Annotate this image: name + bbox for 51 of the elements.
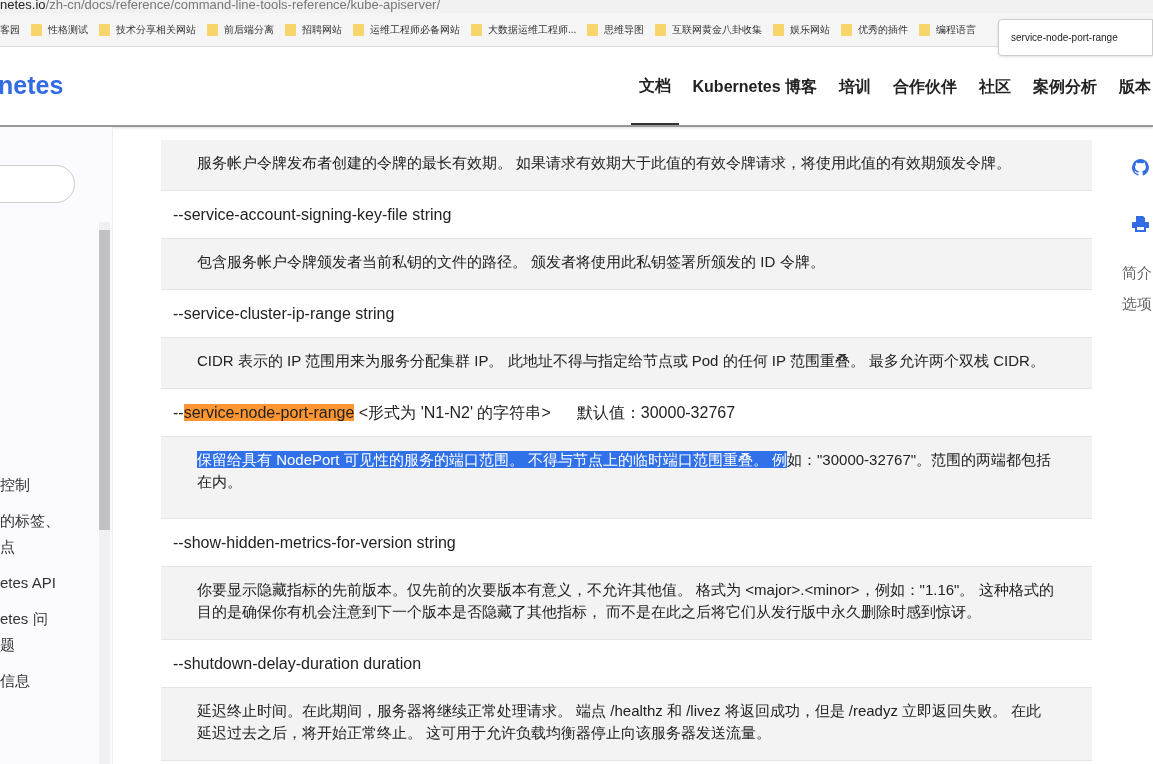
option-name: --service-account-signing-key-file string <box>173 204 452 225</box>
bookmark[interactable]: 互联网黄金八卦收集 <box>655 22 763 37</box>
bookmark[interactable]: 思维导图 <box>587 22 645 37</box>
bookmark[interactable]: 性格测试 <box>31 22 88 37</box>
bookmark[interactable]: 技术分享相关网站 <box>99 22 196 37</box>
sidebar-item[interactable]: 信息 <box>0 668 62 690</box>
option-name: --service-cluster-ip-range string <box>173 303 395 324</box>
toc-link[interactable]: 选项 <box>1122 292 1152 315</box>
bookmark[interactable]: 前后端分离 <box>207 22 274 37</box>
folder-icon <box>99 23 110 36</box>
nav-tab[interactable]: 培训 <box>839 47 871 125</box>
nav-tab[interactable]: 文档 <box>630 47 679 125</box>
option-name: --service-node-port-range <形式为 'N1-N2' 的字符串> <box>173 402 551 423</box>
default-value: 默认值：30000-32767 <box>576 402 736 423</box>
bookmark[interactable]: 客园 <box>0 22 20 37</box>
option-name: --shutdown-delay-duration duration <box>173 653 422 674</box>
folder-icon <box>919 23 931 36</box>
folder-icon <box>31 23 42 36</box>
bookmark[interactable]: 运维工程师必备网站 <box>353 22 460 37</box>
option-name: --show-hidden-metrics-for-version string <box>173 532 456 553</box>
option-description: 服务帐户令牌发布者创建的令牌的最长有效期。 如果请求有效期大于此值的有效令牌请求，将使用此值的有效期颁发令牌。 <box>197 153 1013 173</box>
bookmark[interactable]: 娱乐网站 <box>773 22 831 37</box>
folder-icon <box>285 23 296 36</box>
folder-icon <box>587 23 599 36</box>
toc-link[interactable]: 简介 <box>1122 262 1152 285</box>
find-popup[interactable]: service-node-port-range <box>998 19 1153 56</box>
option-description: 你要显示隐藏指标的先前版本。仅先前的次要版本有意义，不允许其他值。 格式为 <major>.<minor>，例如："1.16"。 这种格式的目的是确保你有机会注意到下一个版本是否隐藏了其他指标， 而不是在此之后将它们从发行版中永久删除时感到惊讶。 <box>197 580 1055 622</box>
sidebar-item[interactable]: 的标签、点 <box>0 508 62 560</box>
sidebar-item[interactable]: 控制 <box>0 472 62 498</box>
option-description: 包含服务帐户令牌颁发者当前私钥的文件的路径。 颁发者将使用此私钥签署所颁发的 ID 令牌。 <box>197 252 826 272</box>
nav-tab[interactable]: 合作伙伴 <box>893 47 957 125</box>
nav-tab[interactable]: Kubernetes 博客 <box>692 47 817 125</box>
sidebar-item[interactable]: etes API <box>0 570 62 596</box>
bookmark[interactable]: 大数据运维工程师... <box>471 22 577 37</box>
bookmark[interactable]: 招聘网站 <box>285 22 342 37</box>
bookmark[interactable]: 优秀的插件 <box>841 22 909 37</box>
folder-icon <box>353 23 364 36</box>
bookmark[interactable]: 编程语言 <box>919 22 977 37</box>
github-icon[interactable] <box>1132 159 1149 176</box>
scrollbar[interactable] <box>99 222 110 764</box>
sidebar-item[interactable]: etes 问题 <box>0 606 62 658</box>
search-field[interactable] <box>0 165 75 203</box>
folder-icon <box>655 23 667 36</box>
folder-icon <box>207 23 218 36</box>
folder-icon <box>841 23 853 36</box>
print-icon[interactable] <box>1132 216 1149 232</box>
folder-icon <box>471 23 482 36</box>
site-logo[interactable]: netes <box>0 67 64 105</box>
folder-icon <box>773 23 785 36</box>
option-description: CIDR 表示的 IP 范围用来为服务分配集群 IP。 此地址不得与指定给节点或 Pod 的任何 IP 范围重叠。 最多允许两个双栈 CIDR。 <box>197 351 1046 371</box>
option-description: 延迟终止时间。在此期间，服务器将继续正常处理请求。 端点 /healthz 和 /livez 将返回成功，但是 /readyz 立即返回失败。 在此延迟过去之后，将开始正常终止。 这可用于允许负载均衡器停止向该服务器发送流量。 <box>197 701 1043 743</box>
